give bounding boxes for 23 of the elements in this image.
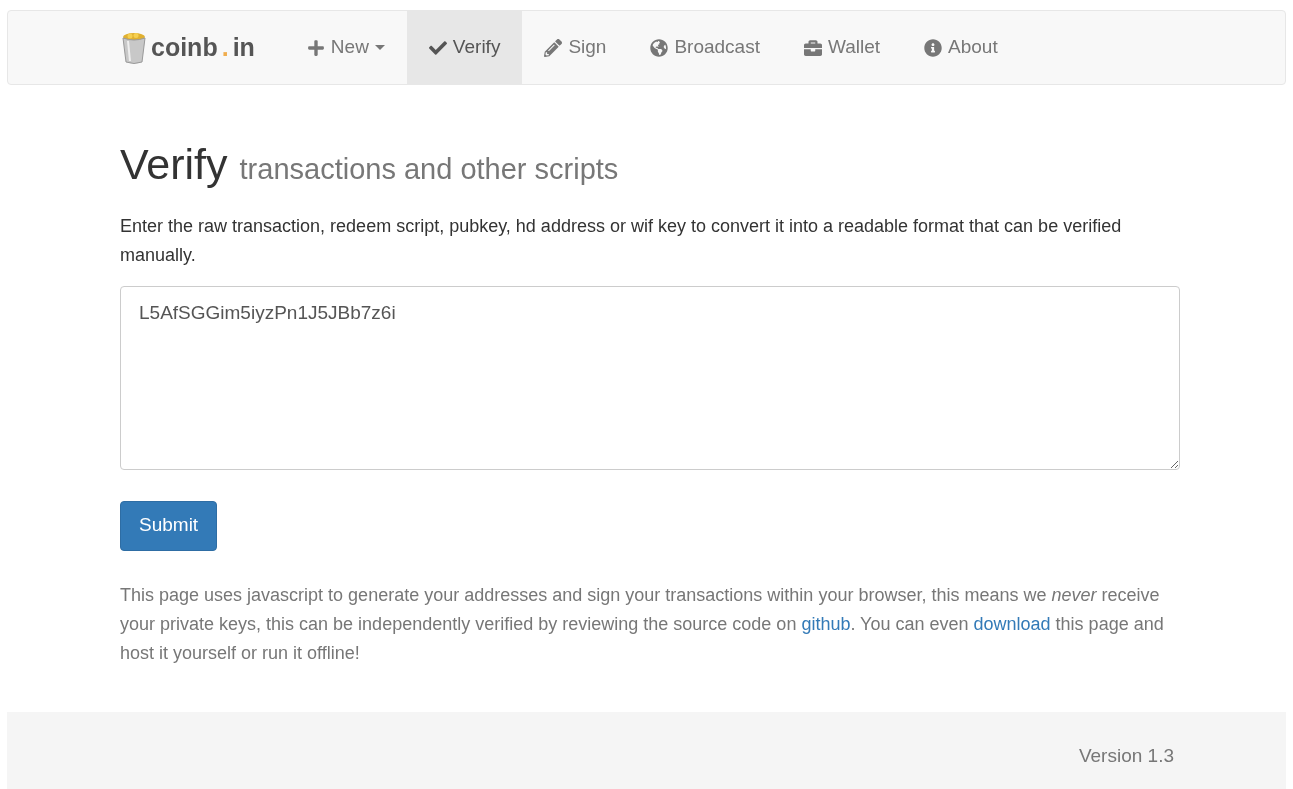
briefcase-icon	[803, 38, 822, 57]
pencil-icon	[544, 38, 563, 57]
notice-link[interactable]: github	[801, 613, 851, 634]
script-input-field[interactable]: L5AfSGGim5iyzPn1J5JBb7z6i	[120, 285, 1180, 470]
intro-text: Enter the raw transaction, redeem script, pubkey, hd address or wif key to convert it into a readable format that can be verified manually.	[120, 214, 1123, 267]
nav-tab[interactable]: Verify	[406, 11, 523, 84]
page-title: Verify	[120, 143, 228, 186]
info-icon	[924, 38, 943, 57]
bucket-icon	[121, 31, 147, 64]
nav-tab[interactable]: Broadcast	[628, 11, 782, 84]
plus-icon	[306, 38, 325, 57]
brand-logo[interactable]: coinb . in	[121, 11, 285, 84]
nav-tab[interactable]: Sign	[522, 11, 629, 84]
notice-text: This page uses javascript to generate your addresses and sign your transactions within your browser, this means we never receive your private keys, this can be independently verified by reviewing the source code on github. You can even download this page and host it yourself or run it offline!	[120, 583, 1165, 665]
nav-tab[interactable]: New	[284, 11, 407, 84]
check-icon	[428, 38, 447, 57]
nav-tab[interactable]: Wallet	[781, 11, 903, 84]
globe-icon	[650, 38, 669, 57]
nav-tab[interactable]: About	[902, 11, 1020, 84]
notice-link[interactable]: download	[973, 613, 1051, 634]
submit-button[interactable]: Submit	[120, 500, 218, 551]
version-text: Version 1.3	[1078, 744, 1174, 769]
page-subtitle: transactions and other scripts	[239, 152, 619, 187]
